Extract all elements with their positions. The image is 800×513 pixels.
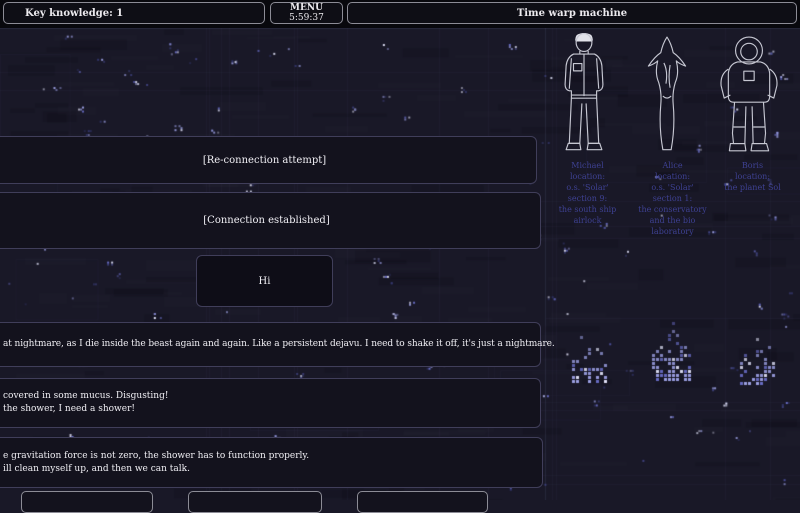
boris-location-label: Boris location: the planet Sol bbox=[705, 160, 800, 193]
key-knowledge-label: Key knowledge: 1 bbox=[25, 8, 123, 19]
label-line: Boris bbox=[705, 160, 800, 171]
message-text-line2: the shower, I need a shower! bbox=[3, 403, 540, 416]
label-line: o.s. 'Solar' bbox=[540, 182, 635, 193]
message-nightmare: at nightmare, as I die inside the beast … bbox=[0, 322, 541, 367]
message-hi: Hi bbox=[196, 255, 333, 307]
choice-button-1[interactable] bbox=[21, 491, 153, 513]
character-michael-figure[interactable] bbox=[552, 32, 616, 156]
label-line: the conservatory bbox=[625, 204, 720, 215]
message-text-line2: ill clean myself up, and then we can tal… bbox=[3, 463, 542, 476]
label-line: section 1: bbox=[625, 193, 720, 204]
label-line: location: bbox=[540, 171, 635, 182]
key-knowledge-button[interactable]: Key knowledge: 1 bbox=[3, 2, 265, 24]
menu-button[interactable]: MENU 5:59:37 bbox=[270, 2, 343, 24]
message-text: Hi bbox=[259, 275, 271, 288]
label-line: location: bbox=[705, 171, 800, 182]
alice-portrait-icon bbox=[640, 34, 694, 158]
message-connection: [Connection established] bbox=[0, 192, 541, 249]
message-text: [Re-connection attempt] bbox=[203, 154, 326, 167]
menu-label: MENU bbox=[290, 3, 323, 13]
message-mucus: covered in some mucus. Disgusting! the s… bbox=[0, 378, 541, 428]
character-alice-figure[interactable] bbox=[640, 34, 694, 158]
boris-portrait-icon bbox=[716, 34, 782, 158]
michael-location-label: Michael location: o.s. 'Solar' section 9… bbox=[540, 160, 635, 226]
label-line: section 9: bbox=[540, 193, 635, 204]
message-text-line1: e gravitation force is not zero, the sho… bbox=[3, 450, 542, 463]
label-line: laboratory bbox=[625, 226, 720, 237]
character-boris-figure[interactable] bbox=[716, 34, 782, 158]
message-text: at nightmare, as I die inside the beast … bbox=[3, 338, 540, 351]
message-text: [Connection established] bbox=[203, 214, 329, 227]
label-line: Michael bbox=[540, 160, 635, 171]
time-warp-button[interactable]: Time warp machine bbox=[347, 2, 797, 24]
label-line: airlock bbox=[540, 215, 635, 226]
choice-button-3[interactable] bbox=[357, 491, 488, 513]
message-text-line1: covered in some mucus. Disgusting! bbox=[3, 390, 540, 403]
label-line: the south ship bbox=[540, 204, 635, 215]
label-line: the planet Sol bbox=[705, 182, 800, 193]
time-warp-label: Time warp machine bbox=[517, 8, 627, 19]
message-gravitation: e gravitation force is not zero, the sho… bbox=[0, 437, 543, 488]
message-reconnection: [Re-connection attempt] bbox=[0, 136, 537, 184]
label-line: and the bio bbox=[625, 215, 720, 226]
top-bar: Key knowledge: 1 MENU 5:59:37 Time warp … bbox=[0, 0, 800, 28]
menu-timer: 5:59:37 bbox=[289, 13, 324, 23]
choice-button-2[interactable] bbox=[188, 491, 322, 513]
michael-portrait-icon bbox=[552, 32, 616, 156]
